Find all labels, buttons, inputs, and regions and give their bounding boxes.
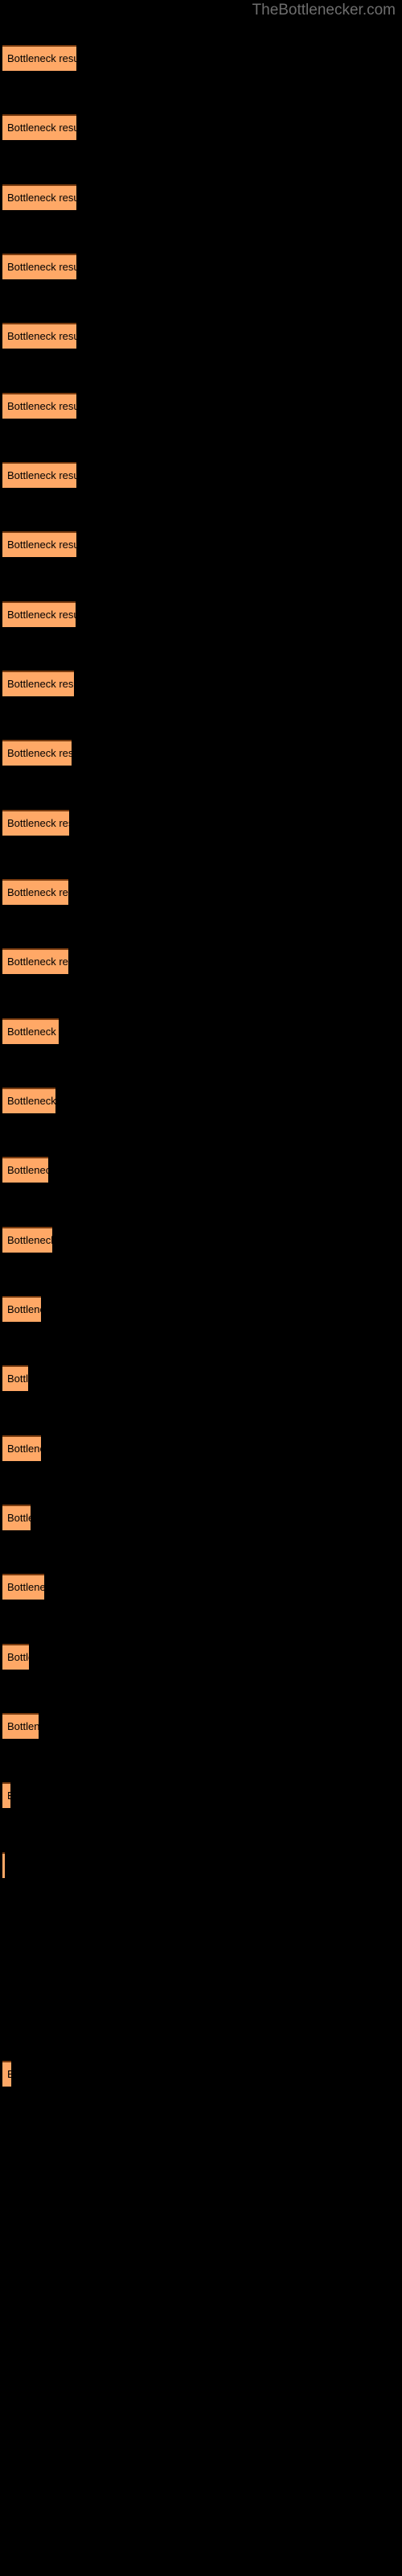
bar-25[interactable] — [2, 1713, 39, 1739]
bar-clip: Bottleneck result — [2, 1505, 31, 1530]
bar-clip: Bottleneck result — [2, 1713, 39, 1739]
bar-row: Bottleneck result — [0, 1713, 402, 1740]
bar-row: Bottleneck result — [0, 1505, 402, 1532]
bar-row: Bottleneck result — [0, 1852, 402, 1880]
bar-row: Bottleneck result — [0, 879, 402, 906]
bar-18[interactable] — [2, 1227, 52, 1253]
bar-clip: Bottleneck result — [2, 948, 68, 974]
bar-clip: Bottleneck result — [2, 1088, 55, 1113]
bar-clip: Bottleneck result — [2, 45, 76, 71]
bar-26[interactable] — [2, 1782, 10, 1808]
bar-clip: Bottleneck result — [2, 1435, 41, 1461]
bar-row: Bottleneck result — [0, 45, 402, 72]
bar-row: Bottleneck result — [0, 1644, 402, 1671]
bar-clip: Bottleneck result — [2, 114, 76, 140]
site-watermark: TheBottlenecker.com — [252, 2, 396, 19]
bar-11[interactable] — [2, 740, 72, 766]
bar-clip: Bottleneck result — [2, 1018, 59, 1044]
bar-row: Bottleneck result — [0, 1157, 402, 1184]
bar-clip: Bottleneck result — [2, 1157, 48, 1183]
chart-canvas: TheBottlenecker.com Bottleneck result Bot… — [0, 0, 402, 2576]
bar-8[interactable] — [2, 531, 76, 557]
bar-clip: Bottleneck result — [2, 462, 76, 488]
bar-clip: Bottleneck result — [2, 254, 76, 279]
bar-5[interactable] — [2, 323, 76, 349]
bar-row: Bottleneck result — [0, 531, 402, 559]
bar-14[interactable] — [2, 948, 68, 974]
bar-6[interactable] — [2, 393, 76, 419]
bar-row: Bottleneck result — [0, 184, 402, 212]
bar-clip: Bottleneck result — [2, 1644, 29, 1670]
bar-12[interactable] — [2, 810, 69, 836]
bar-clip: Bottleneck result — [2, 810, 69, 836]
bar-row: Bottleneck result — [0, 1018, 402, 1046]
bar-clip: Bottleneck result — [2, 2061, 11, 2087]
bar-row: Bottleneck result — [0, 114, 402, 142]
bar-row: Bottleneck result — [0, 462, 402, 489]
bar-clip: Bottleneck result — [2, 1296, 41, 1322]
bar-17[interactable] — [2, 1157, 48, 1183]
bar-row: Bottleneck result — [0, 948, 402, 976]
bar-4[interactable] — [2, 254, 76, 279]
bar-20[interactable] — [2, 1365, 28, 1391]
bar-row: Bottleneck result — [0, 1574, 402, 1601]
bar-row: Bottleneck result — [0, 393, 402, 420]
bar-row — [0, 1922, 402, 1949]
bar-row: Bottleneck result — [0, 2061, 402, 2088]
bar-row: Bottleneck result — [0, 1088, 402, 1115]
bar-27[interactable] — [2, 1852, 5, 1878]
bar-clip: Bottleneck result — [2, 323, 76, 349]
bar-clip: Bottleneck result — [2, 531, 76, 557]
bar-clip: Bottleneck result — [2, 393, 76, 419]
bar-3[interactable] — [2, 184, 76, 210]
bar-row: Bottleneck result — [0, 323, 402, 350]
bar-22[interactable] — [2, 1505, 31, 1530]
bar-clip: Bottleneck result — [2, 879, 68, 905]
bar-23[interactable] — [2, 1574, 44, 1600]
bar-row: Bottleneck result — [0, 1782, 402, 1810]
bar-16[interactable] — [2, 1088, 55, 1113]
bar-row: Bottleneck result — [0, 740, 402, 767]
bar-clip: Bottleneck result — [2, 601, 76, 627]
bar-clip: Bottleneck result — [2, 1574, 44, 1600]
bar-row: Bottleneck result — [0, 254, 402, 281]
bar-10[interactable] — [2, 671, 74, 696]
bar-2[interactable] — [2, 114, 76, 140]
bar-row: Bottleneck result — [0, 810, 402, 837]
bar-clip: Bottleneck result — [2, 184, 76, 210]
bar-clip: Bottleneck result — [2, 1782, 10, 1808]
bar-row: Bottleneck result — [0, 601, 402, 629]
bar-1[interactable] — [2, 45, 76, 71]
bar-15[interactable] — [2, 1018, 59, 1044]
bar-24[interactable] — [2, 1644, 29, 1670]
bar-9[interactable] — [2, 601, 76, 627]
bar-row: Bottleneck result — [0, 671, 402, 698]
bar-clip: Bottleneck result — [2, 671, 74, 696]
bar-clip: Bottleneck result — [2, 1852, 5, 1878]
bar-clip: Bottleneck result — [2, 740, 72, 766]
bar-row: Bottleneck result — [0, 1365, 402, 1393]
bar-7[interactable] — [2, 462, 76, 488]
bar-29[interactable] — [2, 2061, 11, 2087]
bar-19[interactable] — [2, 1296, 41, 1322]
bar-clip: Bottleneck result — [2, 1365, 28, 1391]
bar-row: Bottleneck result — [0, 1227, 402, 1254]
bar-row: Bottleneck result — [0, 1435, 402, 1463]
bar-row: Bottleneck result — [0, 1296, 402, 1323]
bar-clip: Bottleneck result — [2, 1227, 52, 1253]
bar-21[interactable] — [2, 1435, 41, 1461]
bar-13[interactable] — [2, 879, 68, 905]
